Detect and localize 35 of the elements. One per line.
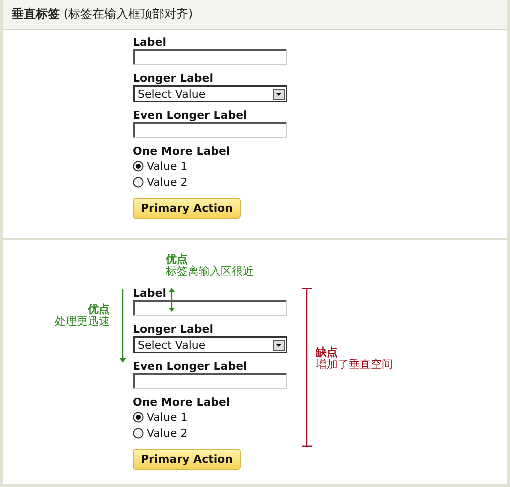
annotation-text: 增加了垂直空间 bbox=[316, 359, 393, 371]
annotation-heading: 缺点 bbox=[316, 347, 339, 359]
caret-icon[interactable] bbox=[273, 88, 285, 100]
field-label: Label bbox=[133, 287, 168, 300]
field-label: Even Longer Label bbox=[133, 360, 248, 373]
radio-icon[interactable] bbox=[133, 428, 144, 438]
radio-option[interactable]: Value 1 bbox=[133, 409, 287, 425]
text-field[interactable] bbox=[133, 122, 287, 138]
radio-icon[interactable] bbox=[133, 176, 144, 188]
field-label: One More Label bbox=[133, 396, 232, 409]
annotation-heading: 优点 bbox=[166, 254, 188, 266]
field-label: Longer Label bbox=[133, 323, 215, 336]
double-arrow-icon bbox=[169, 288, 175, 312]
text-field[interactable] bbox=[133, 300, 287, 316]
primary-button[interactable]: Primary Action bbox=[133, 449, 241, 470]
annotation-text: 标签离输入区很近 bbox=[166, 266, 254, 278]
caret-icon[interactable] bbox=[273, 340, 285, 350]
field-label: Label bbox=[133, 36, 168, 49]
radio-icon[interactable] bbox=[133, 160, 144, 172]
field-label: Longer Label bbox=[133, 72, 215, 85]
down-arrow-icon bbox=[120, 289, 126, 363]
radio-option[interactable]: Value 1 bbox=[133, 158, 287, 174]
select-dropdown[interactable]: Select Value bbox=[133, 85, 287, 102]
section-title: 垂直标签 (标签在输入框顶部对齐) bbox=[12, 6, 194, 23]
field-label: Even Longer Label bbox=[133, 109, 248, 122]
annotation-heading: 优点 bbox=[88, 304, 110, 316]
radio-option[interactable]: Value 2 bbox=[133, 425, 287, 441]
radio-icon[interactable] bbox=[133, 412, 144, 422]
select-dropdown[interactable]: Select Value bbox=[133, 336, 287, 353]
radio-option[interactable]: Value 2 bbox=[133, 174, 287, 190]
text-field[interactable] bbox=[133, 49, 287, 65]
primary-button[interactable]: Primary Action bbox=[133, 198, 241, 219]
annotation-text: 处理更迅速 bbox=[55, 316, 110, 328]
text-field[interactable] bbox=[133, 373, 287, 389]
field-label: One More Label bbox=[133, 145, 232, 158]
